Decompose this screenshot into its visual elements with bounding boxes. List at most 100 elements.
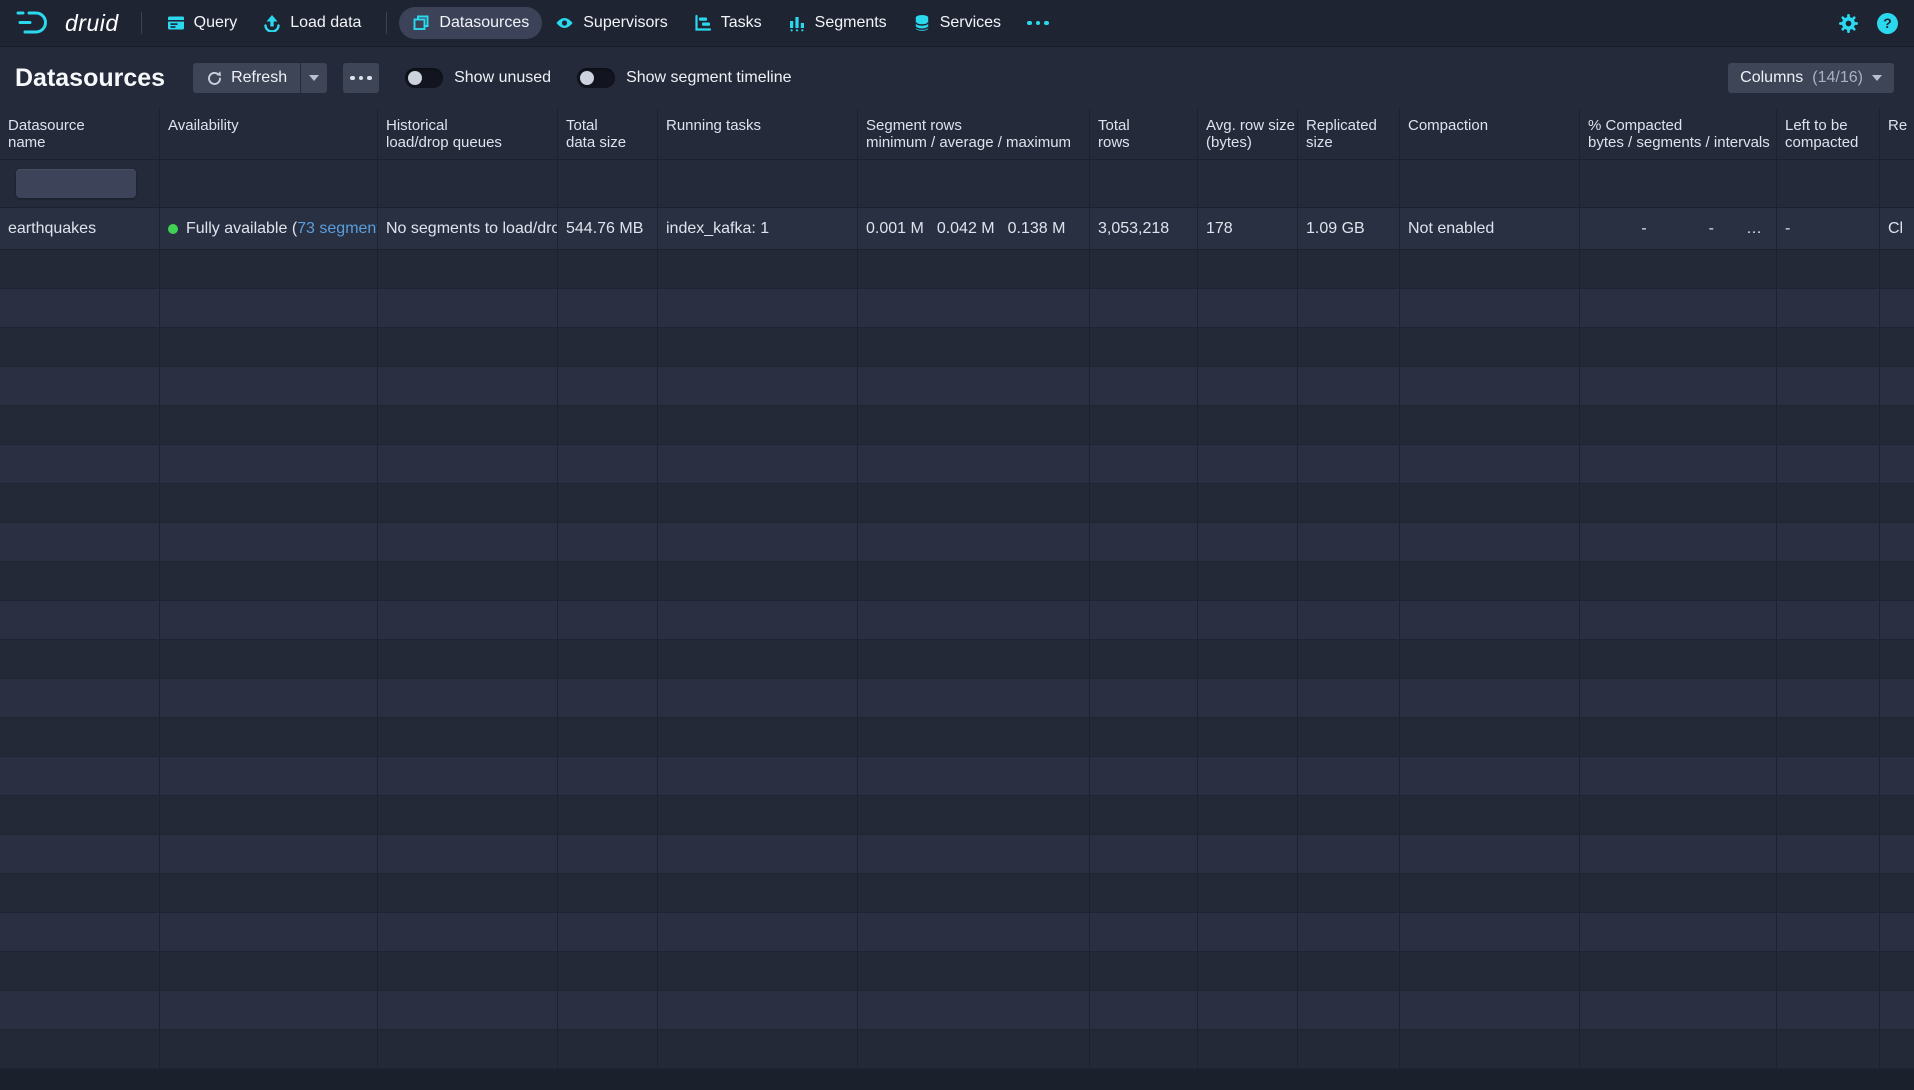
nav-item-label: Supervisors xyxy=(583,14,667,32)
nav-item-segments[interactable]: Segments xyxy=(775,7,900,39)
empty-cell xyxy=(1090,484,1198,522)
page-title: Datasources xyxy=(15,64,165,93)
horizontal-scrollbar-track[interactable] xyxy=(0,1069,1914,1090)
columns-button[interactable]: Columns (14/16) xyxy=(1728,63,1894,93)
column-header-replicated-size[interactable]: Replicatedsize xyxy=(1298,109,1400,159)
gantt-chart-icon xyxy=(694,14,712,32)
empty-cell xyxy=(858,406,1090,444)
show-segment-timeline-toggle[interactable] xyxy=(577,68,615,88)
table-row xyxy=(0,796,1914,835)
empty-cell xyxy=(1090,562,1198,600)
empty-cell xyxy=(1777,250,1880,288)
column-header-left-to-be-compacted[interactable]: Left to becompacted xyxy=(1777,109,1880,159)
nav-item-datasources[interactable]: Datasources xyxy=(399,7,542,39)
empty-cell xyxy=(1198,406,1298,444)
filter-cell xyxy=(0,160,160,207)
nav-item-supervisors[interactable]: Supervisors xyxy=(542,7,680,39)
empty-cell xyxy=(1090,718,1198,756)
empty-cell xyxy=(558,835,658,873)
empty-cell xyxy=(1090,640,1198,678)
empty-cell xyxy=(378,796,558,834)
top-navbar: druid Query Load data xyxy=(0,0,1914,47)
more-actions-button[interactable] xyxy=(343,63,379,93)
empty-cell xyxy=(0,562,160,600)
empty-cell xyxy=(1777,328,1880,366)
empty-cell xyxy=(160,445,378,483)
column-header-total-data-size[interactable]: Totaldata size xyxy=(558,109,658,159)
segments-link[interactable]: 73 segments xyxy=(297,220,378,237)
nav-item-tasks[interactable]: Tasks xyxy=(681,7,775,39)
column-header-datasource-name[interactable]: Datasourcename xyxy=(0,109,160,159)
cell-total-rows: 3,053,218 xyxy=(1090,208,1198,249)
column-header-re[interactable]: Re xyxy=(1880,109,1914,159)
gear-icon[interactable] xyxy=(1838,13,1859,34)
empty-cell xyxy=(0,757,160,795)
empty-cell xyxy=(1298,523,1400,561)
empty-cell xyxy=(1198,1030,1298,1068)
filter-cell xyxy=(858,160,1090,207)
filter-cell xyxy=(558,160,658,207)
empty-cell xyxy=(1580,640,1777,678)
empty-cell xyxy=(1777,1030,1880,1068)
empty-cell xyxy=(1580,835,1777,873)
empty-cell xyxy=(1090,796,1198,834)
empty-cell xyxy=(378,250,558,288)
empty-cell xyxy=(160,796,378,834)
empty-cell xyxy=(1090,250,1198,288)
column-header-avg-row-size-bytes[interactable]: Avg. row size(bytes) xyxy=(1198,109,1298,159)
column-header-availability[interactable]: Availability xyxy=(160,109,378,159)
empty-cell xyxy=(558,757,658,795)
empty-cell xyxy=(1400,562,1580,600)
nav-more-button[interactable] xyxy=(1014,14,1062,33)
cell-replicated-size: 1.09 GB xyxy=(1298,208,1400,249)
empty-cell xyxy=(1580,289,1777,327)
empty-cell xyxy=(1198,679,1298,717)
empty-cell xyxy=(1298,328,1400,366)
empty-cell xyxy=(558,250,658,288)
column-header-total-rows[interactable]: Totalrows xyxy=(1090,109,1198,159)
druid-logo[interactable]: druid xyxy=(16,9,119,37)
empty-cell xyxy=(658,406,858,444)
empty-cell xyxy=(1298,952,1400,990)
empty-cell xyxy=(1400,328,1580,366)
empty-cell xyxy=(658,640,858,678)
empty-cell xyxy=(1298,601,1400,639)
table-row xyxy=(0,562,1914,601)
empty-cell xyxy=(1298,640,1400,678)
empty-cell xyxy=(0,250,160,288)
empty-cell xyxy=(1580,601,1777,639)
cell-retention: Cl xyxy=(1880,208,1914,249)
empty-cell xyxy=(658,523,858,561)
show-segment-timeline-toggle-group: Show segment timeline xyxy=(577,68,791,88)
datasource-name-filter-input[interactable] xyxy=(16,169,136,198)
nav-item-load-data[interactable]: Load data xyxy=(250,7,374,39)
empty-cell xyxy=(1880,1030,1914,1068)
help-icon[interactable]: ? xyxy=(1877,13,1898,34)
refresh-button[interactable]: Refresh xyxy=(193,63,300,93)
empty-cell xyxy=(160,484,378,522)
empty-cell xyxy=(378,523,558,561)
empty-cell xyxy=(0,679,160,717)
show-unused-toggle[interactable] xyxy=(405,68,443,88)
filter-cell xyxy=(378,160,558,207)
empty-cell xyxy=(858,445,1090,483)
column-header-running-tasks[interactable]: Running tasks xyxy=(658,109,858,159)
empty-cell xyxy=(858,679,1090,717)
empty-cell xyxy=(378,601,558,639)
empty-cell xyxy=(1298,250,1400,288)
empty-cell xyxy=(1880,952,1914,990)
empty-cell xyxy=(1880,523,1914,561)
refresh-interval-dropdown[interactable] xyxy=(301,63,327,93)
nav-item-services[interactable]: Services xyxy=(900,7,1014,39)
nav-divider xyxy=(141,12,142,34)
column-header-segment-rows-minimum-average-maximum[interactable]: Segment rowsminimum / average / maximum xyxy=(858,109,1090,159)
refresh-label: Refresh xyxy=(231,69,287,87)
column-header-historical-load-drop-queues[interactable]: Historicalload/drop queues xyxy=(378,109,558,159)
empty-cell xyxy=(658,757,858,795)
empty-cell xyxy=(1400,679,1580,717)
column-header-compaction[interactable]: Compaction xyxy=(1400,109,1580,159)
empty-cell xyxy=(0,991,160,1029)
nav-item-query[interactable]: Query xyxy=(154,7,251,39)
column-header-compacted-bytes-segments-intervals[interactable]: % Compactedbytes / segments / intervals xyxy=(1580,109,1777,159)
empty-cell xyxy=(1400,796,1580,834)
